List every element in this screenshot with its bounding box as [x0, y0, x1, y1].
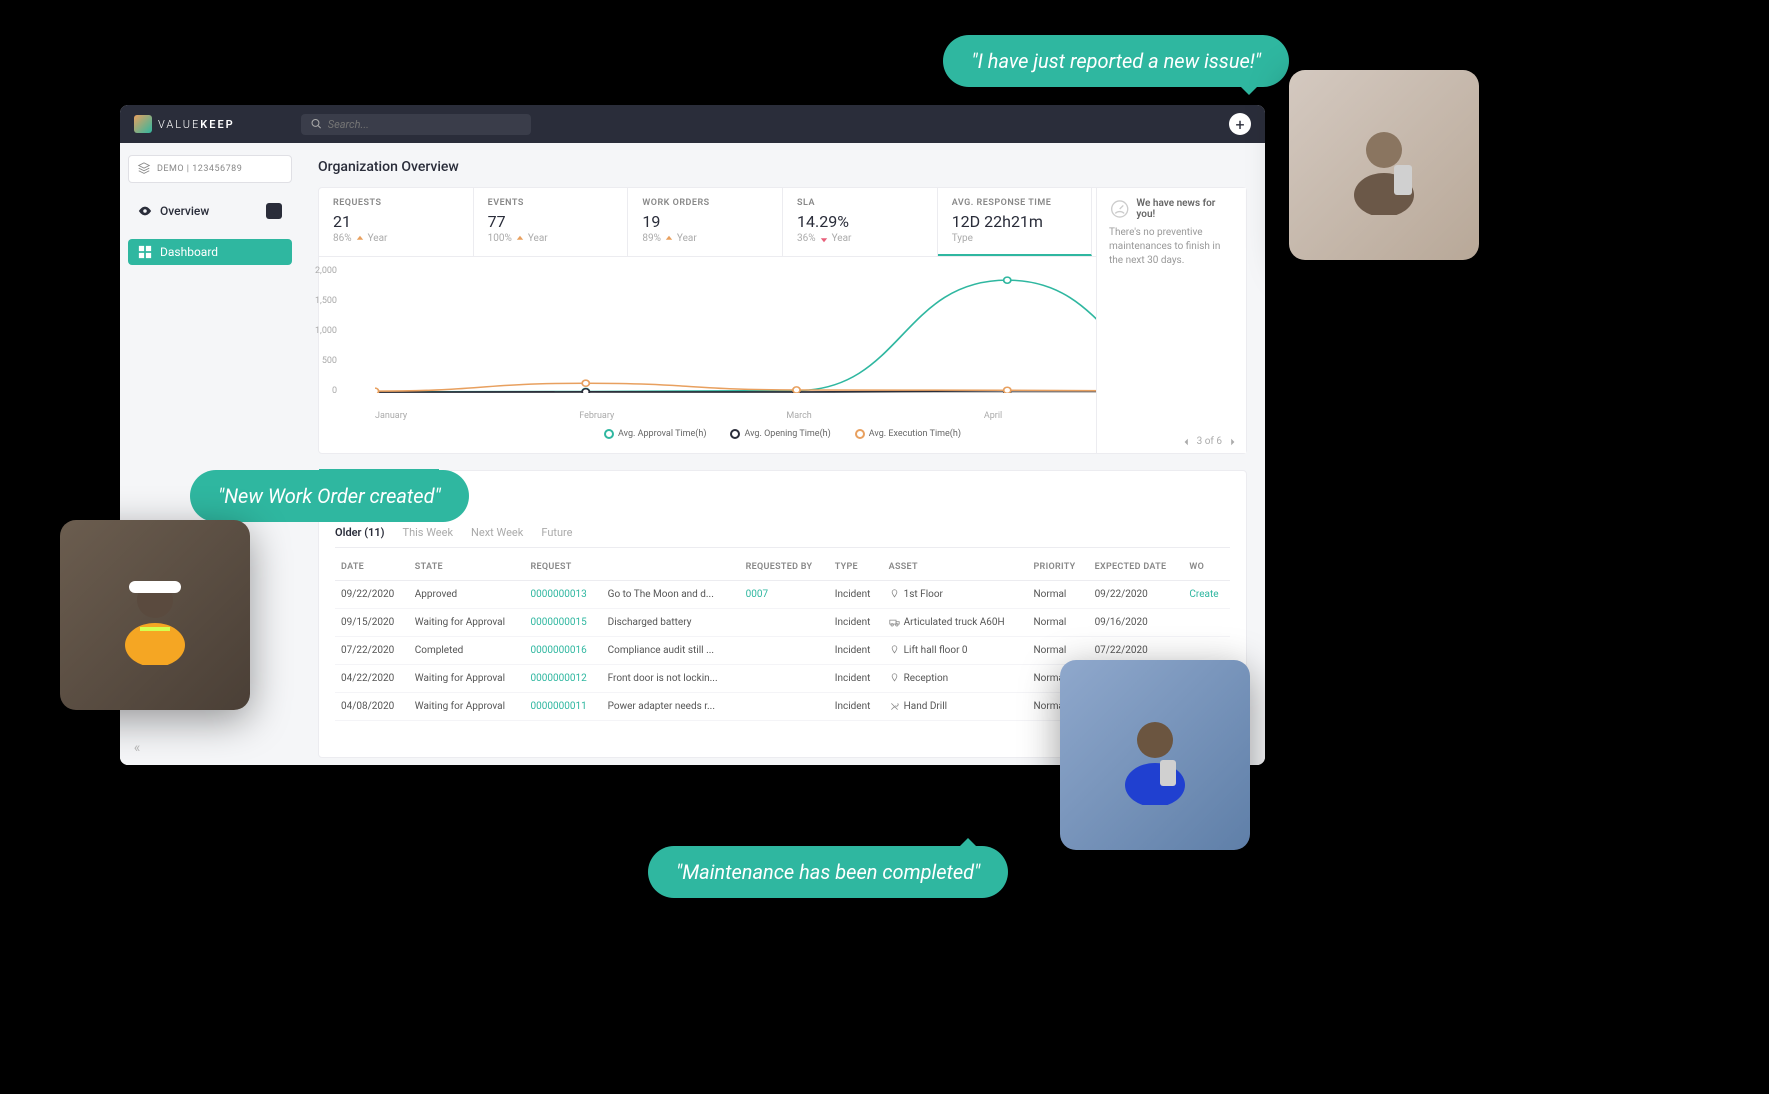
kpi-requests[interactable]: REQUESTS2186% Year: [319, 188, 474, 256]
logo[interactable]: VALUEKEEP: [134, 115, 235, 133]
search-input[interactable]: [328, 118, 521, 131]
search-box[interactable]: [301, 114, 531, 135]
chevron-down-icon: [266, 203, 282, 219]
table-row[interactable]: 09/22/2020 Approved 0000000013 Go to The…: [335, 581, 1230, 609]
grid-icon: [138, 245, 152, 259]
nav-dashboard[interactable]: Dashboard: [128, 239, 292, 265]
wo-due-value: 5: [335, 493, 1230, 514]
nav-overview-label: Overview: [160, 204, 209, 218]
logo-icon: [134, 115, 152, 133]
nav-overview[interactable]: Overview: [128, 197, 292, 225]
eye-icon: [138, 204, 152, 218]
speech-bubble-report: "I have just reported a new issue!": [943, 35, 1289, 87]
speech-bubble-maintenance: "Maintenance has been completed": [648, 846, 1008, 898]
tab-future[interactable]: Future: [541, 526, 572, 539]
kpi-avg-response-time[interactable]: AVG. RESPONSE TIME12D 22h21mType: [938, 188, 1093, 256]
org-label: DEMO | 123456789: [157, 164, 242, 174]
search-icon: [311, 118, 322, 130]
chart-plot: [375, 271, 1218, 393]
org-selector[interactable]: DEMO | 123456789: [128, 155, 292, 183]
news-panel: We have news for you! There's no prevent…: [1096, 188, 1246, 453]
persona-technician: [1060, 660, 1250, 850]
pager-text: 3 of 6: [1197, 436, 1222, 447]
nav-dashboard-label: Dashboard: [160, 245, 218, 259]
chevron-left-icon[interactable]: [1183, 438, 1191, 446]
chart-legend: Avg. Approval Time(h) Avg. Opening Time(…: [337, 429, 1228, 445]
persona-reporter: [1289, 70, 1479, 260]
topbar: VALUEKEEP +: [120, 105, 1265, 143]
add-button[interactable]: +: [1229, 113, 1251, 135]
wo-due-label: WO DUE: [335, 481, 1230, 491]
pager: 3 of 6: [1183, 436, 1236, 447]
tab-this-week[interactable]: This Week: [403, 526, 454, 539]
stack-icon: [137, 162, 151, 176]
kpi-sla[interactable]: SLA14.29%36% Year: [783, 188, 938, 256]
x-labels: JanuaryFebruaryMarchAprilSeptember: [375, 411, 1218, 421]
collapse-button[interactable]: «: [128, 739, 146, 757]
kpi-events[interactable]: EVENTS77100% Year: [474, 188, 629, 256]
tab-next-week[interactable]: Next Week: [471, 526, 523, 539]
chevron-right-icon[interactable]: [1228, 438, 1236, 446]
legend-approval: Avg. Approval Time(h): [604, 429, 706, 439]
persona-manager: [60, 520, 250, 710]
tab-older-[interactable]: Older (11): [335, 526, 385, 539]
speech-bubble-workorder: "New Work Order created": [190, 470, 469, 522]
news-body: There's no preventive maintenances to fi…: [1109, 226, 1234, 268]
news-title: We have news for you!: [1136, 198, 1234, 220]
page-title: Organization Overview: [318, 159, 1247, 175]
kpi-work-orders[interactable]: WORK ORDERS1989% Year: [628, 188, 783, 256]
table-row[interactable]: 09/15/2020 Waiting for Approval 00000000…: [335, 609, 1230, 637]
logo-text: VALUEKEEP: [158, 118, 235, 131]
legend-execution: Avg. Execution Time(h): [855, 429, 961, 439]
legend-opening: Avg. Opening Time(h): [730, 429, 830, 439]
table-header: DATESTATEREQUESTREQUESTED BYTYPEASSETPRI…: [335, 554, 1230, 581]
wo-tabs: Older (11) This Week Next Week Future: [335, 526, 1230, 548]
gauge-icon: [1109, 198, 1130, 220]
overview-card: REQUESTS2186% YearEVENTS77100% YearWORK …: [318, 187, 1247, 454]
